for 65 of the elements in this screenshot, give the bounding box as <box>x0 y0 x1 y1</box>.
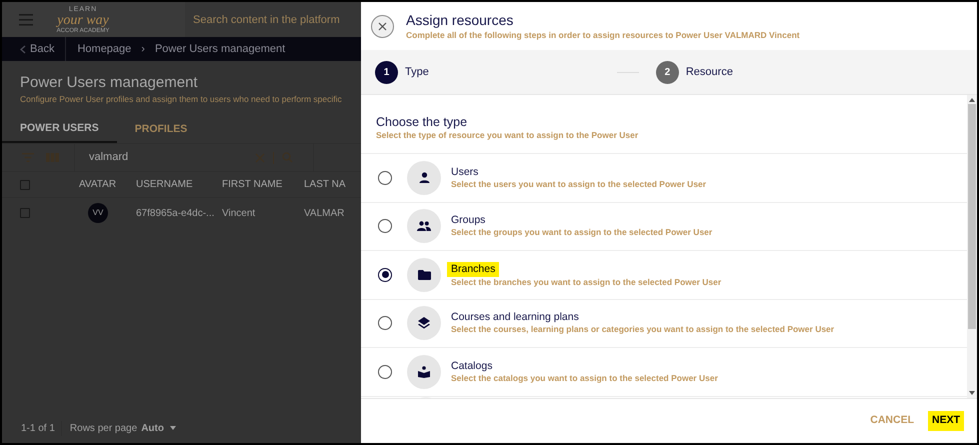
rows-per-page-label: Rows per page <box>70 422 138 436</box>
breadcrumb-separator: › <box>141 42 145 57</box>
person-icon <box>418 172 430 184</box>
table-cell-text: VALMAR <box>304 206 346 220</box>
step-label: Type <box>405 64 429 80</box>
avatar: VV <box>88 203 108 223</box>
section-subtitle: Select the type of resource you want to assign to the Power User <box>376 130 640 141</box>
chevron-left-icon <box>20 44 26 54</box>
tab[interactable]: POWER USERS <box>2 113 117 143</box>
close-button[interactable] <box>371 14 394 38</box>
dialog-button[interactable]: NEXT <box>928 411 964 431</box>
option-row[interactable]: Users Select the users you want to assign to the selected Power User <box>361 154 967 202</box>
option-title: Catalogs <box>451 360 492 373</box>
tab[interactable]: PROFILES <box>116 113 206 143</box>
breadcrumb-link[interactable]: Homepage <box>77 40 132 58</box>
column-header: FIRST NAME <box>222 178 284 192</box>
dialog-subtitle: Complete all of the following steps in order to assign resources to Power User VALMARD Vincent <box>406 29 800 41</box>
option-description: Select the catalogs you want to assign to the selected Power User <box>451 372 718 384</box>
option-title: Users <box>451 166 478 179</box>
step-label: Resource <box>686 64 733 80</box>
scrollbar[interactable] <box>967 95 977 398</box>
page-title: Power Users management <box>20 73 199 93</box>
option-description: Select the courses, learning plans or categories you want to assign to the selected Power User <box>451 324 834 336</box>
option-description: Select the groups you want to assign to the selected Power User <box>451 227 712 238</box>
people-icon <box>417 221 431 232</box>
book-icon <box>418 366 430 378</box>
breadcrumb-link[interactable]: Power Users management <box>154 40 286 58</box>
dialog-title: Assign resources <box>406 11 514 29</box>
radio-button[interactable] <box>378 268 392 282</box>
back-button[interactable]: Back <box>2 37 66 61</box>
pagination-range: 1-1 of 1 <box>21 420 62 436</box>
step-number: 2 <box>656 60 679 84</box>
scroll-up-icon[interactable] <box>969 98 975 102</box>
page-subtitle: Configure Power User profiles and assign them to users who need to perform specific <box>20 93 342 105</box>
option-row[interactable]: Courses and learning plans Select the courses, learning plans or categories you want to assign to the selected Power User <box>361 300 967 348</box>
column-header: AVATAR <box>78 178 118 192</box>
option-row[interactable]: Catalogs Select the catalogs you want to assign to the selected Power User <box>361 348 967 396</box>
column-header: USERNAME <box>136 178 194 192</box>
checkbox[interactable] <box>20 180 30 190</box>
option-description: Select the users you want to assign to the selected Power User <box>451 178 706 190</box>
table-cell-text: 67f8965a-e4dc-... <box>136 206 216 220</box>
layers-icon <box>418 317 430 330</box>
section-title: Choose the type <box>376 115 468 130</box>
option-row[interactable]: Groups Select the groups you want to assign to the selected Power User <box>361 202 967 251</box>
option-row[interactable]: Branches Select the branches you want to assign to the selected Power User <box>361 251 967 300</box>
option-title: Groups <box>451 214 486 228</box>
step-number: 1 <box>375 60 398 84</box>
radio-button[interactable] <box>378 170 392 185</box>
option-title: Branches <box>447 262 500 277</box>
folder-icon <box>418 270 430 280</box>
table-cell-text: Vincent <box>222 206 256 220</box>
scroll-down-icon[interactable] <box>969 391 975 395</box>
option-title: Courses and learning plans <box>451 311 579 324</box>
close-icon <box>378 22 387 30</box>
logo-script: your way <box>57 14 109 28</box>
radio-button[interactable] <box>378 364 392 379</box>
radio-button[interactable] <box>378 219 392 234</box>
search-field[interactable]: Search content in the platform <box>185 2 361 37</box>
caret-icon <box>170 426 176 430</box>
column-header: LAST NA <box>304 178 346 192</box>
rows-per-page-dropdown[interactable]: Auto <box>141 420 176 436</box>
filter-field[interactable]: valmard <box>75 149 255 166</box>
checkbox[interactable] <box>20 208 30 218</box>
option-description: Select the branches you want to assign to the selected Power User <box>451 276 722 288</box>
radio-button[interactable] <box>378 316 392 330</box>
